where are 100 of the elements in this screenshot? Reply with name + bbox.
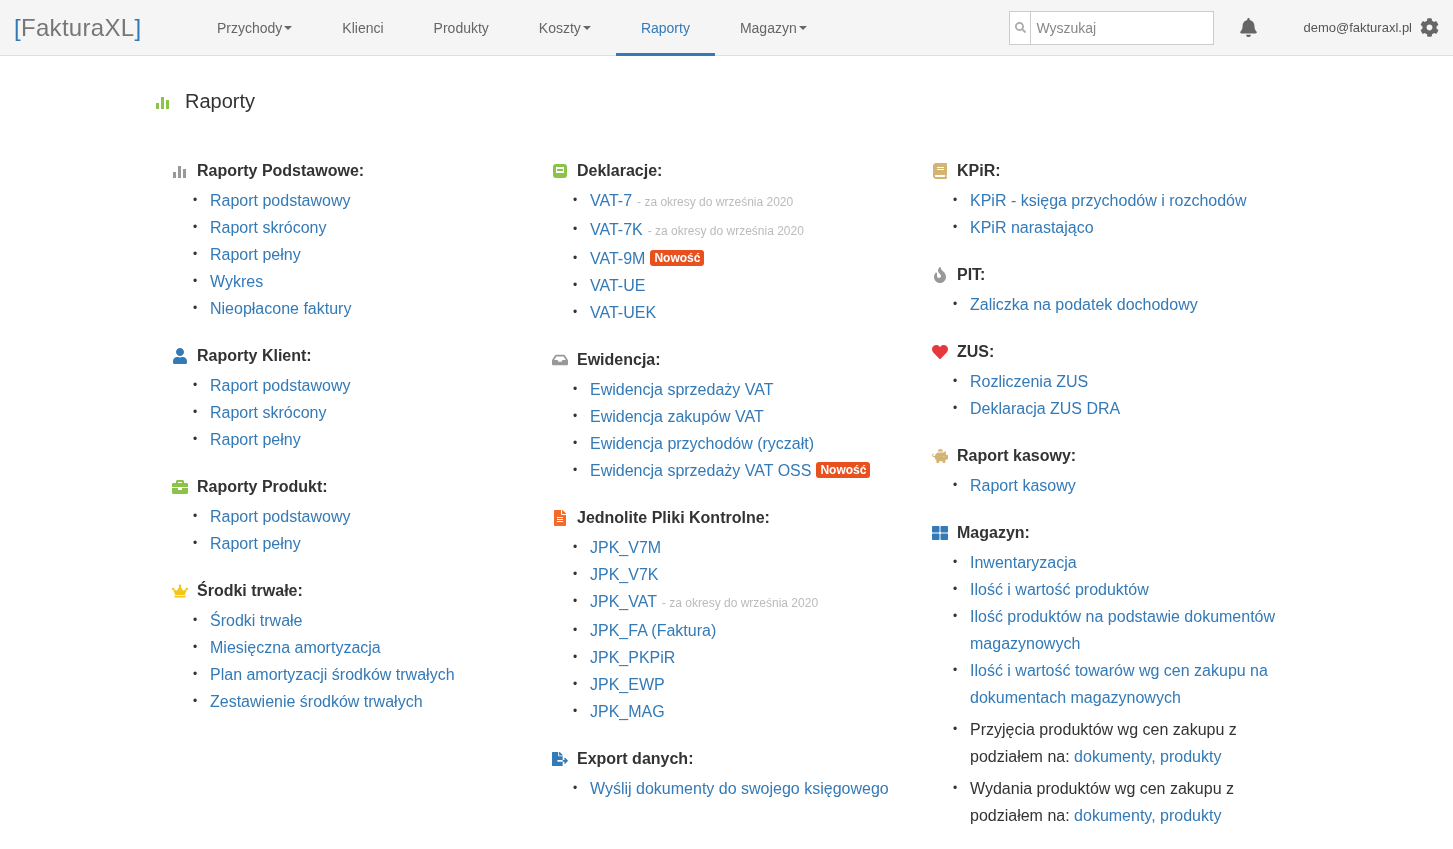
inbox-icon: [551, 352, 569, 368]
report-link[interactable]: Raport podstawowy: [210, 187, 351, 214]
list-bullet: •: [573, 435, 579, 452]
report-link[interactable]: Zaliczka na podatek dochodowy: [970, 291, 1198, 318]
nav-tab[interactable]: Klienci: [317, 0, 409, 56]
nav-tab[interactable]: Raporty: [615, 0, 715, 56]
report-link[interactable]: VAT-UE: [590, 272, 646, 299]
report-link[interactable]: Środki trwałe: [210, 607, 303, 634]
report-link[interactable]: Ewidencja sprzedaży VAT OSS: [590, 457, 812, 484]
report-link[interactable]: JPK_PKPiR: [590, 644, 676, 671]
report-link[interactable]: JPK_MAG: [590, 698, 665, 725]
page-title: Raporty: [185, 90, 256, 113]
list-bullet: •: [953, 296, 959, 313]
report-link[interactable]: JPK_VAT: [590, 588, 657, 615]
report-description: Wydania produktów wg cen zakupu z podziałem na: dokumenty, produkty: [970, 779, 1235, 826]
report-link[interactable]: KPiR narastająco: [970, 214, 1094, 241]
fire-icon: [931, 267, 949, 283]
list-bullet: •: [953, 554, 959, 571]
report-link[interactable]: Raport skrócony: [210, 399, 327, 426]
new-badge: Nowość: [816, 462, 871, 478]
list-bullet: •: [193, 192, 199, 209]
user-email[interactable]: demo@fakturaxl.pl: [1303, 20, 1412, 35]
list-bullet: •: [193, 535, 199, 552]
list-bullet: •: [573, 676, 579, 693]
report-link[interactable]: Zestawienie środków trwałych: [210, 688, 423, 715]
list-bullet: •: [573, 566, 579, 583]
report-link[interactable]: Ilość produktów na podstawie dokumentów magazynowych: [970, 603, 1280, 657]
report-link[interactable]: Raport pełny: [210, 241, 301, 268]
user-icon: [171, 348, 189, 364]
report-link[interactable]: VAT-7: [590, 187, 633, 214]
report-link[interactable]: Deklaracja ZUS DRA: [970, 395, 1121, 422]
bar-chart-icon: [172, 164, 188, 178]
report-link[interactable]: Raport skrócony: [210, 214, 327, 241]
form-icon: [552, 163, 568, 179]
report-link[interactable]: VAT-7K: [590, 216, 643, 243]
nav-tab[interactable]: Przychody: [192, 0, 318, 56]
report-link[interactable]: KPiR - księga przychodów i rozchodów: [970, 187, 1247, 214]
report-link[interactable]: Raport podstawowy: [210, 503, 351, 530]
report-link[interactable]: Ewidencja przychodów (ryczałt): [590, 430, 815, 457]
section-heading: ZUS:: [957, 343, 995, 361]
list-bullet: •: [573, 221, 579, 238]
list-bullet: •: [193, 666, 199, 683]
report-link[interactable]: Rozliczenia ZUS: [970, 368, 1089, 395]
list-bullet: •: [953, 581, 959, 598]
list-bullet: •: [193, 300, 199, 317]
section-heading: Magazyn:: [957, 524, 1030, 542]
list-bullet: •: [573, 462, 579, 479]
section-heading: Środki trwałe:: [197, 582, 303, 600]
list-bullet: •: [953, 400, 959, 417]
list-bullet: •: [953, 373, 959, 390]
report-link[interactable]: Raport kasowy: [970, 472, 1076, 499]
report-link[interactable]: JPK_FA (Faktura): [590, 617, 717, 644]
report-link[interactable]: Inwentaryzacja: [970, 549, 1077, 576]
section-heading: Deklaracje:: [577, 162, 663, 180]
report-link[interactable]: Ilość i wartość towarów wg cen zakupu na dokumentach magazynowych: [970, 657, 1280, 711]
new-badge: Nowość: [650, 250, 705, 266]
section-heading: Jednolite Pliki Kontrolne:: [577, 509, 770, 527]
briefcase-icon: [171, 479, 189, 495]
bell-icon[interactable]: [1239, 18, 1259, 37]
settings-icon[interactable]: [1420, 18, 1439, 37]
section-heading: Export danych:: [577, 750, 694, 768]
list-bullet: •: [193, 508, 199, 525]
report-link[interactable]: dokumenty,: [1074, 748, 1156, 765]
book-icon: [931, 163, 949, 179]
nav-tab[interactable]: Koszty: [513, 0, 616, 56]
heart-icon: [931, 344, 949, 360]
report-link[interactable]: VAT-UEK: [590, 299, 657, 326]
list-bullet: •: [193, 431, 199, 448]
report-link[interactable]: Ilość i wartość produktów: [970, 576, 1149, 603]
report-link[interactable]: JPK_V7K: [590, 561, 659, 588]
list-bullet: •: [573, 277, 579, 294]
report-link[interactable]: Nieopłacone faktury: [210, 295, 352, 322]
app-logo[interactable]: [FakturaXL]: [14, 13, 192, 42]
report-link[interactable]: Plan amortyzacji środków trwałych: [210, 661, 455, 688]
report-link[interactable]: Ewidencja zakupów VAT: [590, 403, 764, 430]
list-bullet: •: [193, 219, 199, 236]
section-heading: Raport kasowy:: [957, 447, 1077, 465]
report-link[interactable]: Raport pełny: [210, 530, 301, 557]
report-link[interactable]: dokumenty,: [1074, 807, 1156, 824]
report-link[interactable]: JPK_EWP: [590, 671, 665, 698]
nav-tab[interactable]: Produkty: [408, 0, 514, 56]
report-link[interactable]: Raport podstawowy: [210, 372, 351, 399]
report-link[interactable]: Wyślij dokumenty do swojego księgowego: [590, 775, 889, 802]
nav-tab[interactable]: Magazyn: [714, 0, 832, 56]
report-link[interactable]: Miesięczna amortyzacja: [210, 634, 381, 661]
list-bullet: •: [573, 408, 579, 425]
list-bullet: •: [573, 539, 579, 556]
report-link[interactable]: Ewidencja sprzedaży VAT: [590, 376, 774, 403]
report-link[interactable]: VAT-9M: [590, 245, 646, 272]
list-bullet: •: [953, 219, 959, 236]
report-link[interactable]: produkty: [1160, 807, 1222, 824]
report-link[interactable]: produkty: [1160, 748, 1222, 765]
list-bullet: •: [953, 477, 959, 494]
report-link[interactable]: Raport pełny: [210, 426, 301, 453]
report-link[interactable]: Wykres: [210, 268, 264, 295]
search-field[interactable]: Wyszukaj: [1031, 10, 1215, 45]
report-link[interactable]: JPK_V7M: [590, 534, 662, 561]
section-heading: Raporty Produkt:: [197, 478, 328, 496]
link-note: - za okresy do września 2020: [647, 224, 804, 238]
link-note: - za okresy do września 2020: [662, 596, 819, 610]
